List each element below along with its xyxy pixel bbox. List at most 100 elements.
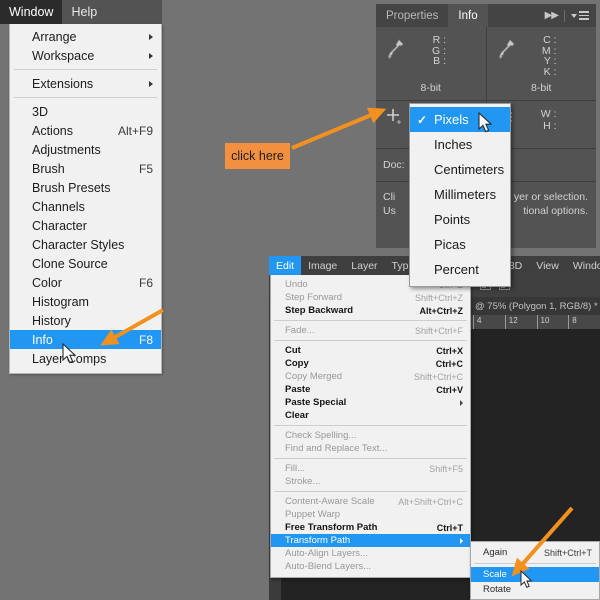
edit-menu-item-fill[interactable]: Fill...Shift+F5 [271,462,470,475]
edit-menu-item-auto-align-layers[interactable]: Auto-Align Layers... [271,547,470,560]
cmyk-channel-labels: C : M : Y : K : [523,35,557,77]
edit-menu-item-fade[interactable]: Fade...Shift+Ctrl+F [271,324,470,337]
units-menu-item-points[interactable]: Points [410,207,510,232]
edit-menu-item-step-forward[interactable]: Step ForwardShift+Ctrl+Z [271,291,470,304]
window-menu-item-info[interactable]: InfoF8 [10,330,161,349]
transform-path-submenu[interactable]: AgainShift+Ctrl+T ScaleRotate [470,541,600,600]
menu-separator [274,491,467,492]
edit-menu-item-transform-path[interactable]: Transform Path [271,534,470,547]
window-menu-item-arrange[interactable]: Arrange [10,27,161,46]
ps-menu-layer[interactable]: Layer [344,256,384,275]
edit-menu-item-find-and-replace-text[interactable]: Find and Replace Text... [271,442,470,455]
divider [564,10,565,22]
transform-submenu-item-rotate[interactable]: Rotate [471,582,599,597]
menu-item-shortcut: Shift+Ctrl+T [544,548,592,558]
menu-item-label: Arrange [32,30,143,44]
menu-separator [14,97,157,98]
edit-menu-item-puppet-warp[interactable]: Puppet Warp [271,508,470,521]
window-menu-item-histogram[interactable]: Histogram [10,292,161,311]
edit-menu-item-copy-merged[interactable]: Copy MergedShift+Ctrl+C [271,370,470,383]
window-menu-item-character-styles[interactable]: Character Styles [10,235,161,254]
window-menu-item-brush-presets[interactable]: Brush Presets [10,178,161,197]
menu-item-shortcut: F8 [129,333,153,347]
window-menu-item-clone-source[interactable]: Clone Source [10,254,161,273]
menu-bar-item-window[interactable]: Window [0,0,62,24]
menu-item-label: Auto-Align Layers... [285,548,463,559]
menu-item-shortcut: F5 [129,162,153,176]
edit-menu-item-clear[interactable]: Clear [271,409,470,422]
double-chevron-right-icon[interactable]: ▶▶ [545,10,558,21]
units-menu-item-picas[interactable]: Picas [410,232,510,257]
window-menu-dropdown[interactable]: Arrange Workspace Extensions 3D ActionsAlt+F… [9,24,162,374]
edit-menu-item-stroke[interactable]: Stroke... [271,475,470,488]
ps-menu-image[interactable]: Image [301,256,344,275]
menu-separator [474,563,596,564]
menu-item-label: Color [32,276,129,290]
ruler-tick: 12 [505,315,537,329]
menu-item-label: Copy Merged [285,371,406,382]
click-here-label: click here [231,149,284,163]
panel-tab-properties[interactable]: Properties [376,4,448,27]
edit-menu-item-check-spelling[interactable]: Check Spelling... [271,429,470,442]
edit-menu-item-free-transform-path[interactable]: Free Transform PathCtrl+T [271,521,470,534]
edit-menu-item-paste[interactable]: PasteCtrl+V [271,383,470,396]
units-menu-item-millimeters[interactable]: Millimeters [410,182,510,207]
document-tab-title: @ 75% (Polygon 1, RGB/8) * [475,301,598,312]
units-menu-item-centimeters[interactable]: Centimeters [410,157,510,182]
window-menu-item-adjustments[interactable]: Adjustments [10,140,161,159]
panel-menu-icon[interactable] [571,11,589,20]
units-dropdown-menu[interactable]: ✓PixelsInchesCentimeters Millimeters Point… [409,103,511,287]
menu-item-label: Transform Path [285,535,460,546]
ruler-tick-label: 10 [541,316,550,325]
menu-item-label: Puppet Warp [285,509,463,520]
submenu-arrow-icon [149,81,153,87]
window-menu-item-color[interactable]: ColorF6 [10,273,161,292]
units-menu-item-inches[interactable]: Inches [410,132,510,157]
size-w: W : [523,108,557,120]
rgb-bit-depth: 8-bit [376,82,486,94]
window-menu-item-3d[interactable]: 3D [10,102,161,121]
menu-item-label: History [32,314,153,328]
window-menu-item-channels[interactable]: Channels [10,197,161,216]
edit-menu-item-step-backward[interactable]: Step BackwardAlt+Ctrl+Z [271,304,470,317]
menu-item-shortcut: Ctrl+C [428,359,463,369]
edit-menu-item-auto-blend-layers[interactable]: Auto-Blend Layers... [271,560,470,573]
menu-item-shortcut: Shift+Ctrl+Z [407,293,463,303]
window-menu-item-character[interactable]: Character [10,216,161,235]
doc-label: Doc: [383,159,405,171]
units-menu-item-label: Millimeters [434,187,496,202]
menu-item-shortcut: Ctrl+V [428,385,463,395]
menu-item-label: Stroke... [285,476,463,487]
edit-menu-item-content-aware-scale[interactable]: Content-Aware ScaleAlt+Shift+Ctrl+C [271,495,470,508]
menu-item-shortcut: Shift+Ctrl+C [406,372,463,382]
menu-separator [274,425,467,426]
window-menu-item-layer-comps[interactable]: Layer Comps [10,349,161,368]
transform-submenu-item-again[interactable]: AgainShift+Ctrl+T [471,545,599,560]
transform-submenu-item-scale[interactable]: Scale [471,567,599,582]
submenu-arrow-icon [149,34,153,40]
edit-menu-item-cut[interactable]: CutCtrl+X [271,344,470,357]
ps-menu-edit[interactable]: Edit [269,256,301,275]
menu-item-label: Clear [285,410,463,421]
window-menu-item-actions[interactable]: ActionsAlt+F9 [10,121,161,140]
edit-menu-dropdown[interactable]: UndoCtrl+ZStep ForwardShift+Ctrl+ZStep B… [270,275,471,578]
hint-line2-right: tional options. [523,204,588,218]
rgb-channel-labels: R : G : B : [412,35,446,67]
menu-item-label: Actions [32,124,108,138]
window-menu-item-brush[interactable]: BrushF5 [10,159,161,178]
menu-bar-item-help[interactable]: Help [62,0,106,24]
edit-menu-item-paste-special[interactable]: Paste Special [271,396,470,409]
menu-item-label: 3D [32,105,153,119]
ps-menu-view[interactable]: View [529,256,566,275]
ps-menu-window[interactable]: Window [566,256,600,275]
window-menu-item-workspace[interactable]: Workspace [10,46,161,65]
menu-item-shortcut: Ctrl+X [428,346,463,356]
arrow-to-units-dropdown [292,113,376,148]
ruler-tick: 8 [568,315,600,329]
panel-tab-info[interactable]: Info [448,4,487,27]
window-menu-item-history[interactable]: History [10,311,161,330]
units-menu-item-pixels[interactable]: ✓Pixels [410,107,510,132]
window-menu-item-extensions[interactable]: Extensions [10,74,161,93]
units-menu-item-percent[interactable]: Percent [410,257,510,282]
edit-menu-item-copy[interactable]: CopyCtrl+C [271,357,470,370]
